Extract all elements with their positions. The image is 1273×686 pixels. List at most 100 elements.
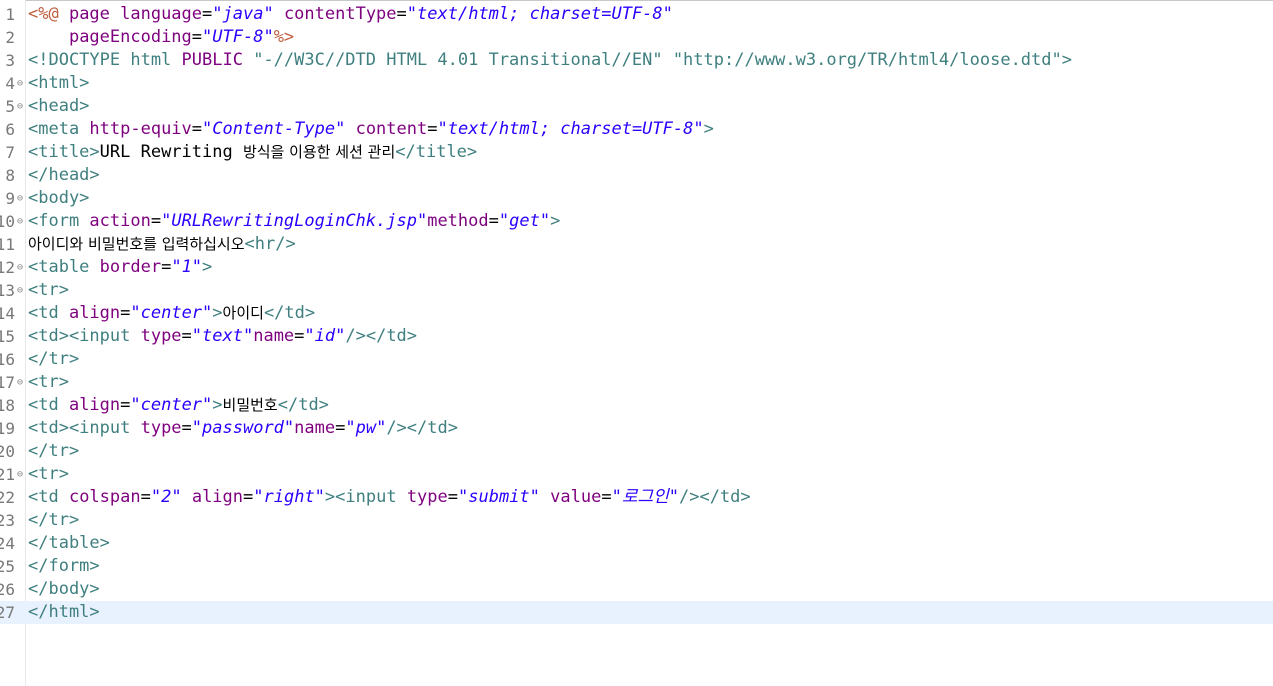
code-token: <tr> <box>28 280 69 300</box>
code-line-6[interactable]: 6 <meta http-equiv="Content-Type" content… <box>0 118 1273 141</box>
code-line-17[interactable]: 17 ⊖ <tr> <box>0 371 1273 394</box>
code-text: <td align="center">아이디</td> <box>28 302 315 325</box>
code-token: </head> <box>28 165 100 185</box>
code-text: <td><input type="text"name="id"/></td> <box>28 325 417 348</box>
code-token: 아이디와 비밀번호를 입력하십시오 <box>28 235 245 253</box>
code-token: /></td> <box>678 487 751 507</box>
code-token: 방식을 이용한 세션 관리 <box>242 143 396 161</box>
code-line-24[interactable]: 24 </table> <box>0 532 1273 555</box>
code-token: URL Rewriting <box>99 142 243 162</box>
code-line-27[interactable]: 27 </html> <box>0 601 1273 624</box>
code-token: border <box>99 257 162 277</box>
code-token: <td <box>28 487 69 507</box>
code-editor[interactable]: 1 <%@ page language="java" contentType="t… <box>0 0 1273 686</box>
fold-toggle-icon[interactable]: ⊖ <box>15 72 25 95</box>
code-line-14[interactable]: 14 <td align="center">아이디</td> <box>0 302 1273 325</box>
code-token: = <box>120 303 131 323</box>
code-token: = <box>202 4 213 24</box>
fold-toggle-icon[interactable]: ⊖ <box>15 463 25 486</box>
code-token: = <box>335 418 346 438</box>
line-number: 21 <box>0 465 15 484</box>
code-line-13[interactable]: 13 ⊖ <tr> <box>0 279 1273 302</box>
code-token: </td> <box>277 395 329 415</box>
fold-toggle-icon[interactable]: ⊖ <box>15 256 25 279</box>
code-token: 아이디 <box>222 304 264 322</box>
code-text: </tr> <box>28 509 79 532</box>
code-line-2[interactable]: 2 pageEncoding="UTF-8"%> <box>0 26 1273 49</box>
code-token: "id" <box>304 326 346 346</box>
code-line-9[interactable]: 9 ⊖ <body> <box>0 187 1273 210</box>
code-token: content <box>355 119 428 139</box>
code-token: > <box>212 395 223 415</box>
code-token: = <box>243 487 254 507</box>
code-token: "right" <box>253 487 325 507</box>
code-token: PUBLIC <box>181 50 243 70</box>
code-text: <%@ page language="java" contentType="te… <box>28 3 673 26</box>
code-token: name <box>253 326 295 346</box>
code-line-18[interactable]: 18 <td align="center">비밀번호</td> <box>0 394 1273 417</box>
code-line-12[interactable]: 12 ⊖ <table border="1"> <box>0 256 1273 279</box>
code-line-26[interactable]: 26 </body> <box>0 578 1273 601</box>
code-line-7[interactable]: 7 <title>URL Rewriting 방식을 이용한 세션 관리</tit… <box>0 141 1273 164</box>
code-token: "text/html; charset=UTF-8" <box>406 4 673 24</box>
code-token: <title> <box>28 142 100 162</box>
code-area[interactable]: 1 <%@ page language="java" contentType="t… <box>0 3 1273 624</box>
code-token: value <box>550 487 602 507</box>
code-line-11[interactable]: 11 아이디와 비밀번호를 입력하십시오<hr/> <box>0 233 1273 256</box>
code-text: <td align="center">비밀번호</td> <box>28 394 329 417</box>
code-text: </form> <box>28 555 100 578</box>
code-line-22[interactable]: 22 <td colspan="2" align="right"><input t… <box>0 486 1273 509</box>
code-text: <meta http-equiv="Content-Type" content=… <box>28 118 714 141</box>
code-token: page language <box>68 4 203 24</box>
fold-toggle-icon[interactable]: ⊖ <box>15 279 25 302</box>
code-line-19[interactable]: 19 <td><input type="password"name="pw"/><… <box>0 417 1273 440</box>
line-number: 12 <box>0 258 15 277</box>
fold-toggle-icon[interactable]: ⊖ <box>15 95 25 118</box>
code-line-3[interactable]: 3 <!DOCTYPE html PUBLIC "-//W3C//DTD HTML… <box>0 49 1273 72</box>
code-token: <td <box>28 395 69 415</box>
code-token: <head> <box>28 96 90 116</box>
fold-toggle-icon[interactable]: ⊖ <box>15 187 25 210</box>
code-token: </title> <box>395 142 478 162</box>
code-token: </body> <box>28 579 100 599</box>
code-text: <td><input type="password"name="pw"/></t… <box>28 417 458 440</box>
code-token: "URLRewritingLoginChk.jsp" <box>161 211 428 231</box>
code-line-23[interactable]: 23 </tr> <box>0 509 1273 532</box>
code-line-16[interactable]: 16 </tr> <box>0 348 1273 371</box>
code-line-10[interactable]: 10 ⊖ <form action="URLRewritingLoginChk.js… <box>0 210 1273 233</box>
code-token: "2" <box>150 487 182 507</box>
code-text: </head> <box>28 164 100 187</box>
code-line-15[interactable]: 15 <td><input type="text"name="id"/></td> <box>0 325 1273 348</box>
code-text: <form action="URLRewritingLoginChk.jsp"m… <box>28 210 560 233</box>
code-token: "1" <box>171 257 203 277</box>
code-token: </form> <box>28 556 100 576</box>
line-number: 11 <box>0 235 15 254</box>
code-token: "로그인" <box>611 487 679 507</box>
code-line-8[interactable]: 8 </head> <box>0 164 1273 187</box>
code-token: </html> <box>28 602 100 622</box>
code-line-20[interactable]: 20 </tr> <box>0 440 1273 463</box>
code-token: = <box>181 326 192 346</box>
code-line-21[interactable]: 21 ⊖ <tr> <box>0 463 1273 486</box>
code-line-4[interactable]: 4 ⊖ <html> <box>0 72 1273 95</box>
code-token: "get" <box>498 211 551 231</box>
code-token: = <box>488 211 499 231</box>
code-token: = <box>447 487 459 507</box>
code-token: ><input <box>324 487 407 507</box>
line-number: 17 <box>0 373 15 392</box>
fold-toggle-icon[interactable]: ⊖ <box>15 210 25 233</box>
fold-toggle-icon[interactable]: ⊖ <box>15 371 25 394</box>
line-number: 5 <box>5 97 15 116</box>
code-text: <td colspan="2" align="right"><input typ… <box>28 486 751 509</box>
code-token: </tr> <box>28 441 80 461</box>
code-line-1[interactable]: 1 <%@ page language="java" contentType="t… <box>0 3 1273 26</box>
code-line-25[interactable]: 25 </form> <box>0 555 1273 578</box>
code-token: </table> <box>28 533 110 553</box>
code-line-5[interactable]: 5 ⊖ <head> <box>0 95 1273 118</box>
code-text: <tr> <box>28 463 69 486</box>
code-token: "-//W3C//DTD HTML 4.01 Transitional//EN"… <box>242 50 1072 70</box>
